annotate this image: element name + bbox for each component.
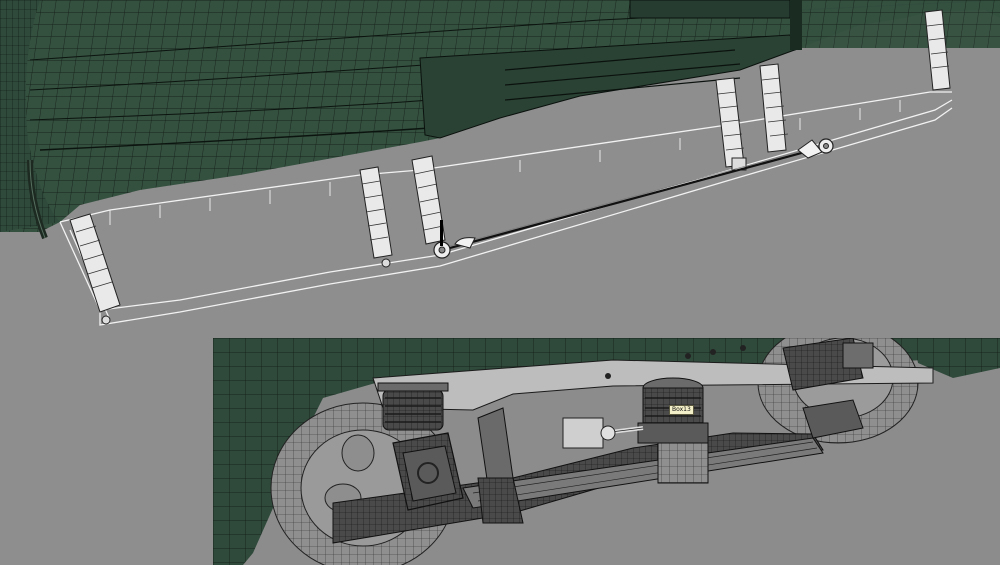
top-viewport[interactable] <box>0 0 1000 335</box>
damper-link[interactable] <box>477 407 524 524</box>
bottom-viewport-canvas[interactable] <box>213 338 1000 565</box>
spring-left[interactable] <box>377 382 449 431</box>
object-tooltip: Box13 <box>669 405 694 415</box>
top-viewport-canvas[interactable] <box>0 0 1000 335</box>
bottom-viewport[interactable]: Box13 <box>213 338 1000 565</box>
pivot-icon[interactable] <box>440 220 443 246</box>
brake-cylinder[interactable] <box>562 417 644 449</box>
support-bracket-mid-1[interactable] <box>359 166 393 268</box>
support-bracket-right-2[interactable] <box>759 63 789 153</box>
locomotive-body-mesh[interactable] <box>0 0 1000 240</box>
support-bracket-left[interactable] <box>69 213 121 325</box>
support-bracket-right-1[interactable] <box>715 77 747 171</box>
